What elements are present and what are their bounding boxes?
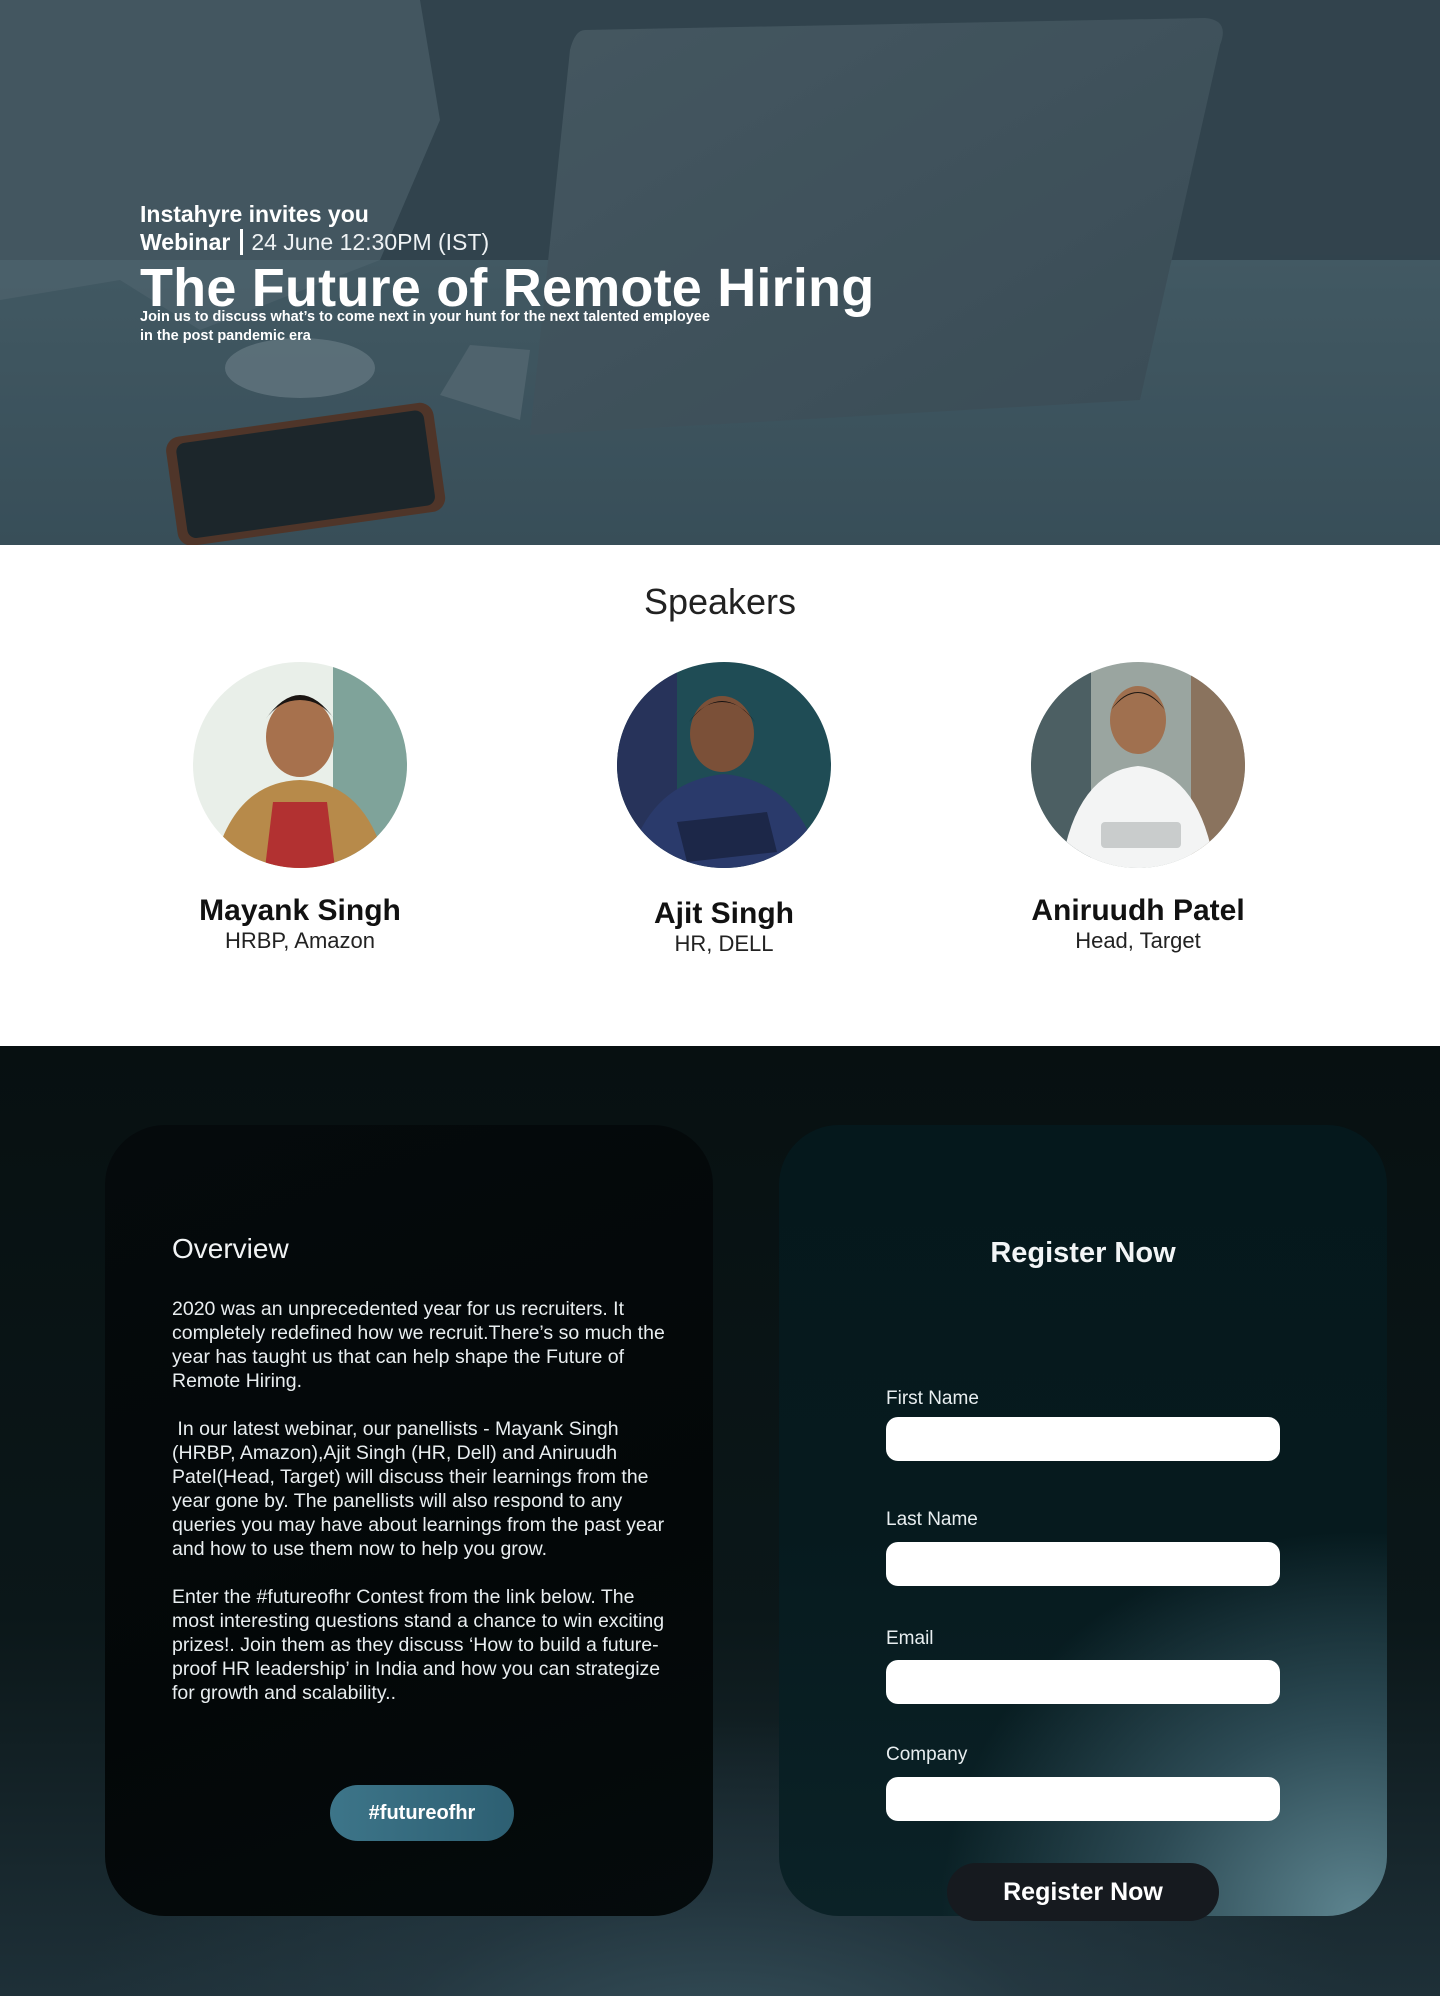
speaker-name: Ajit Singh — [654, 897, 794, 930]
details-section: Overview 2020 was an unprecedented year … — [0, 1046, 1440, 1996]
company-label: Company — [886, 1744, 968, 1765]
overview-paragraph: In our latest webinar, our panellists - … — [172, 1418, 670, 1560]
speaker-card: Mayank Singh HRBP, Amazon — [150, 662, 450, 954]
hero-banner: Instahyre invites you Webinar 24 June 12… — [0, 0, 1440, 545]
first-name-field[interactable] — [886, 1417, 1280, 1461]
last-name-label: Last Name — [886, 1509, 978, 1530]
overview-paragraph: Enter the #futureofhr Contest from the l… — [172, 1586, 670, 1704]
overview-body: 2020 was an unprecedented year for us re… — [172, 1297, 677, 1729]
hero-event-info: Webinar 24 June 12:30PM (IST) — [140, 228, 900, 256]
email-field[interactable] — [886, 1660, 1280, 1704]
avatar — [193, 662, 407, 868]
register-now-button[interactable]: Register Now — [947, 1863, 1219, 1921]
speaker-name: Aniruudh Patel — [1031, 894, 1245, 927]
event-date: 24 June 12:30PM (IST) — [251, 229, 490, 255]
register-card: Register Now First Name Last Name Email … — [779, 1125, 1387, 1921]
speaker-role: HRBP, Amazon — [224, 928, 375, 953]
last-name-field[interactable] — [886, 1542, 1280, 1586]
speaker-name: Mayank Singh — [199, 894, 401, 927]
company-field[interactable] — [886, 1777, 1280, 1821]
speaker-card: Aniruudh Patel Head, Target — [988, 662, 1288, 954]
overview-card: Overview 2020 was an unprecedented year … — [105, 1125, 713, 1916]
event-kind: Webinar — [140, 229, 231, 255]
avatar — [617, 662, 831, 868]
email-label: Email — [886, 1628, 934, 1649]
overview-paragraph: 2020 was an unprecedented year for us re… — [172, 1298, 671, 1392]
speaker-role: HR, DELL — [674, 931, 774, 956]
divider — [240, 229, 244, 255]
speakers-title: Speakers — [643, 581, 797, 622]
avatar — [1031, 662, 1245, 868]
futureofhr-contest-button[interactable]: #futureofhr — [330, 1785, 514, 1841]
first-name-label: First Name — [886, 1388, 979, 1409]
hero-text: Instahyre invites you Webinar 24 June 12… — [140, 200, 900, 346]
hero-subtitle: Join us to discuss what’s to come next i… — [140, 309, 710, 344]
overview-title: Overview — [172, 1233, 289, 1264]
speaker-card: Ajit Singh HR, DELL — [574, 662, 874, 957]
hero-invite: Instahyre invites you — [140, 201, 369, 227]
speaker-role: Head, Target — [1075, 928, 1201, 953]
register-title: Register Now — [990, 1237, 1176, 1269]
speakers-section: Speakers Mayank Singh HRBP, Amazon Ajit … — [0, 545, 1440, 1046]
